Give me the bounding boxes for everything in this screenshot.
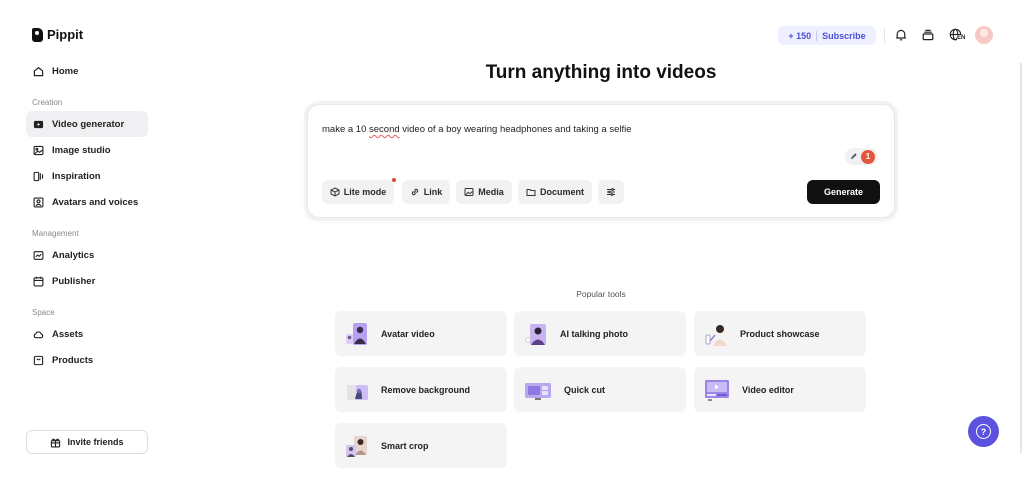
sidebar-item-avatars-voices[interactable]: Avatars and voices <box>26 189 148 215</box>
sidebar-item-label: Home <box>52 65 79 77</box>
media-chip[interactable]: Media <box>456 180 512 204</box>
lite-mode-chip[interactable]: Lite mode <box>322 178 396 204</box>
section-label-space: Space <box>32 308 55 317</box>
tool-label: Product showcase <box>740 328 820 339</box>
sidebar-item-products[interactable]: Products <box>26 347 148 373</box>
app-logo[interactable]: Pippit <box>32 27 83 42</box>
bag-icon <box>33 355 44 366</box>
settings-chip[interactable] <box>598 180 624 204</box>
subscribe-link[interactable]: Subscribe <box>822 31 866 41</box>
invite-friends-label: Invite friends <box>67 437 124 447</box>
help-icon: ? <box>976 424 991 439</box>
user-avatar[interactable] <box>975 26 993 44</box>
new-dot <box>392 178 396 182</box>
avatar-video-thumbnail <box>345 321 369 347</box>
sidebar-item-label: Video generator <box>52 118 125 130</box>
chip-label: Document <box>539 187 584 197</box>
pippit-logo-icon <box>32 27 43 42</box>
tool-card-video-editor[interactable]: Video editor <box>694 367 866 412</box>
tool-label: Smart crop <box>381 440 429 451</box>
image-icon <box>464 188 474 196</box>
credits-count: + 150 <box>788 30 812 41</box>
page-title: Turn anything into videos <box>485 62 717 83</box>
divider <box>816 30 818 41</box>
sidebar-item-video-generator[interactable]: Video generator <box>26 111 148 137</box>
cloud-icon <box>33 329 44 340</box>
smart-crop-thumbnail <box>345 433 369 459</box>
sidebar-item-assets[interactable]: Assets <box>26 321 148 347</box>
sidebar-item-home[interactable]: Home <box>26 58 148 84</box>
video-icon <box>33 119 44 130</box>
sidebar-item-label: Avatars and voices <box>52 196 139 208</box>
sidebar-item-image-studio[interactable]: Image studio <box>26 137 148 163</box>
avatar-icon <box>33 197 44 208</box>
folder-icon <box>526 189 536 196</box>
header-divider <box>884 28 885 43</box>
prompt-card: make a 10 second video of a boy wearing … <box>307 104 895 218</box>
sidebar-item-analytics[interactable]: Analytics <box>26 242 148 268</box>
tool-card-remove-background[interactable]: Remove background <box>335 367 507 412</box>
tool-card-avatar-video[interactable]: Avatar video <box>335 311 507 356</box>
chip-label: Media <box>478 187 504 197</box>
sidebar-item-label: Inspiration <box>52 170 101 182</box>
sliders-icon <box>607 188 615 196</box>
invite-friends-button[interactable]: Invite friends <box>26 430 148 454</box>
link-icon <box>411 188 418 196</box>
grammarly-badge[interactable]: 1 <box>845 148 878 165</box>
credits-subscribe-pill[interactable]: + 150 Subscribe <box>778 26 876 45</box>
tool-label: Video editor <box>742 384 794 395</box>
tool-card-smart-crop[interactable]: Smart crop <box>335 423 507 468</box>
tool-label: AI talking photo <box>560 328 628 339</box>
section-label-management: Management <box>32 229 79 238</box>
link-chip[interactable]: Link <box>402 180 450 204</box>
tool-card-ai-talking-photo[interactable]: AI talking photo <box>514 311 686 356</box>
home-icon <box>33 66 44 77</box>
bell-icon[interactable] <box>893 27 909 43</box>
sidebar-item-label: Analytics <box>52 249 95 261</box>
section-label-creation: Creation <box>32 98 63 107</box>
tool-label: Quick cut <box>564 384 606 395</box>
popular-tools-heading: Popular tools <box>576 289 626 299</box>
calendar-icon <box>33 276 44 287</box>
chip-label: Lite mode <box>343 187 387 197</box>
tool-label: Avatar video <box>381 328 435 339</box>
image-icon <box>33 145 44 156</box>
help-button[interactable]: ? <box>968 416 999 447</box>
sidebar-item-label: Image studio <box>52 144 111 156</box>
issue-count-badge: 1 <box>861 149 875 164</box>
talking-photo-thumbnail <box>524 321 548 347</box>
language-code: EN <box>957 35 966 42</box>
tool-label: Remove background <box>381 384 471 395</box>
remove-background-thumbnail <box>345 377 369 403</box>
tool-card-product-showcase[interactable]: Product showcase <box>694 311 866 356</box>
prompt-misspelled-word[interactable]: second <box>369 124 400 135</box>
sidebar-item-label: Assets <box>52 328 84 340</box>
sidebar-item-inspiration[interactable]: Inspiration <box>26 163 148 189</box>
cube-icon <box>330 187 340 197</box>
sidebar-item-label: Publisher <box>52 275 96 287</box>
pen-icon <box>850 153 857 160</box>
document-chip[interactable]: Document <box>518 180 592 204</box>
gift-icon <box>50 437 61 448</box>
prompt-text-part: make a 10 <box>322 124 369 135</box>
video-editor-thumbnail <box>704 377 730 403</box>
tool-card-quick-cut[interactable]: Quick cut <box>514 367 686 412</box>
inspiration-icon <box>33 171 44 182</box>
analytics-icon <box>33 250 44 261</box>
language-icon[interactable]: EN <box>946 27 966 43</box>
quick-cut-thumbnail <box>524 377 552 403</box>
chip-label: Link <box>423 187 443 197</box>
sidebar-item-publisher[interactable]: Publisher <box>26 268 148 294</box>
sidebar-item-label: Products <box>52 354 94 366</box>
stack-icon[interactable] <box>920 27 936 43</box>
generate-button[interactable]: Generate <box>807 180 880 204</box>
page-scrollbar[interactable] <box>1020 63 1022 453</box>
app-name: Pippit <box>47 27 84 42</box>
prompt-text-part: video of a boy wearing headphones and ta… <box>399 124 632 135</box>
prompt-input[interactable]: make a 10 second video of a boy wearing … <box>322 124 632 135</box>
product-showcase-thumbnail <box>704 321 728 347</box>
